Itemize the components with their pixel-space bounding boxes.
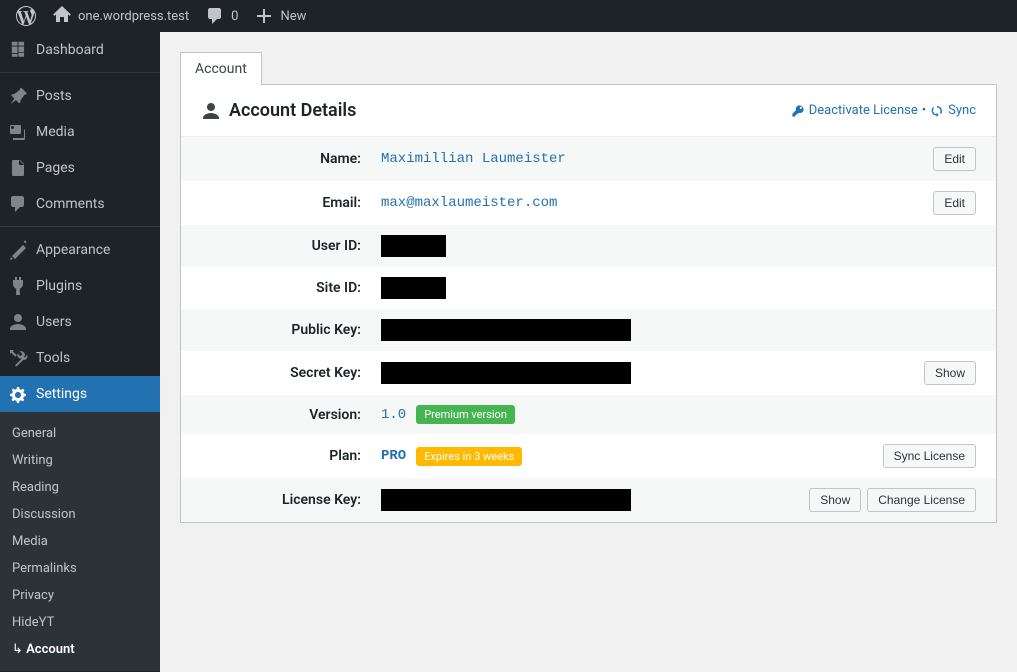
menu-comments[interactable]: Comments — [0, 186, 160, 222]
menu-tools[interactable]: Tools — [0, 340, 160, 376]
menu-posts[interactable]: Posts — [0, 78, 160, 114]
content-area: Account Account Details Deactivate Licen… — [160, 32, 1017, 672]
comments-count: 0 — [231, 9, 238, 24]
sync-license-button[interactable]: Sync License — [883, 444, 976, 468]
home-icon — [52, 6, 72, 26]
comment-icon — [205, 6, 225, 26]
menu-users[interactable]: Users — [0, 304, 160, 340]
panel-title-text: Account Details — [229, 100, 356, 121]
submenu-privacy[interactable]: Privacy — [0, 582, 160, 609]
site-name-menu[interactable]: one.wordpress.test — [44, 0, 197, 32]
settings-submenu: General Writing Reading Discussion Media… — [0, 412, 160, 671]
edit-name-button[interactable]: Edit — [933, 147, 976, 171]
account-panel: Account Details Deactivate License • Syn… — [180, 84, 997, 523]
edit-email-button[interactable]: Edit — [933, 191, 976, 215]
label-plan: Plan: — [201, 448, 381, 464]
value-version: 1.0 — [381, 407, 406, 423]
menu-media[interactable]: Media — [0, 114, 160, 150]
submenu-hideyt[interactable]: HideYT — [0, 609, 160, 636]
row-site-id: Site ID: — [181, 267, 996, 309]
row-plan: Plan: PRO Expires in 3 weeks Sync Licens… — [181, 434, 996, 478]
submenu-discussion[interactable]: Discussion — [0, 501, 160, 528]
submenu-reading[interactable]: Reading — [0, 474, 160, 501]
submenu-media[interactable]: Media — [0, 528, 160, 555]
dashboard-icon — [8, 40, 28, 60]
show-secret-key-button[interactable]: Show — [924, 361, 976, 385]
plugins-icon — [8, 276, 28, 296]
submenu-general[interactable]: General — [0, 420, 160, 447]
deactivate-license-link[interactable]: Deactivate License — [791, 103, 918, 118]
plus-icon — [254, 6, 274, 26]
comments-menu[interactable]: 0 — [197, 0, 246, 32]
submenu-writing[interactable]: Writing — [0, 447, 160, 474]
pushpin-icon — [8, 86, 28, 106]
menu-settings[interactable]: Settings — [0, 376, 160, 412]
value-plan: PRO — [381, 448, 406, 464]
users-icon — [8, 312, 28, 332]
submenu-permalinks[interactable]: Permalinks — [0, 555, 160, 582]
row-public-key: Public Key: — [181, 309, 996, 351]
row-version: Version: 1.0 Premium version — [181, 395, 996, 434]
value-name[interactable]: Maximillian Laumeister — [381, 151, 566, 167]
tools-icon — [8, 348, 28, 368]
wordpress-icon — [16, 6, 36, 26]
value-public-key-redacted — [381, 319, 631, 341]
tab-account[interactable]: Account — [180, 52, 262, 85]
label-version: Version: — [201, 407, 381, 423]
value-email[interactable]: max@maxlaumeister.com — [381, 195, 557, 211]
row-user-id: User ID: — [181, 225, 996, 267]
appearance-icon — [8, 240, 28, 260]
row-name: Name: Maximillian Laumeister Edit — [181, 137, 996, 181]
value-secret-key-redacted — [381, 362, 631, 384]
settings-icon — [8, 384, 28, 404]
submenu-account[interactable]: ↳ Account — [0, 636, 160, 663]
key-icon — [791, 104, 805, 118]
site-name: one.wordpress.test — [78, 9, 189, 24]
sync-icon — [930, 104, 944, 118]
wp-logo-menu[interactable] — [8, 0, 44, 32]
show-license-key-button[interactable]: Show — [809, 488, 861, 512]
badge-premium: Premium version — [416, 405, 515, 424]
admin-bar: one.wordpress.test 0 New — [0, 0, 1017, 32]
user-icon — [201, 101, 221, 121]
menu-plugins[interactable]: Plugins — [0, 268, 160, 304]
pages-icon — [8, 158, 28, 178]
row-email: Email: max@maxlaumeister.com Edit — [181, 181, 996, 225]
label-secret-key: Secret Key: — [201, 365, 381, 381]
media-icon — [8, 122, 28, 142]
menu-dashboard[interactable]: Dashboard — [0, 32, 160, 68]
value-site-id-redacted — [381, 277, 446, 299]
label-name: Name: — [201, 151, 381, 167]
label-license-key: License Key: — [201, 492, 381, 508]
admin-sidebar: Dashboard Posts Media Pages Comments App… — [0, 32, 160, 672]
menu-pages[interactable]: Pages — [0, 150, 160, 186]
new-label: New — [280, 9, 306, 24]
label-site-id: Site ID: — [201, 280, 381, 296]
menu-appearance[interactable]: Appearance — [0, 232, 160, 268]
panel-header: Account Details Deactivate License • Syn… — [181, 85, 996, 137]
value-license-key-redacted — [381, 489, 631, 511]
change-license-button[interactable]: Change License — [867, 488, 976, 512]
new-content-menu[interactable]: New — [246, 0, 314, 32]
label-email: Email: — [201, 195, 381, 211]
sync-link[interactable]: Sync — [930, 103, 976, 118]
label-public-key: Public Key: — [201, 322, 381, 338]
row-secret-key: Secret Key: Show — [181, 351, 996, 395]
comments-icon — [8, 194, 28, 214]
label-user-id: User ID: — [201, 238, 381, 254]
value-user-id-redacted — [381, 235, 446, 257]
row-license-key: License Key: Show Change License — [181, 478, 996, 522]
badge-expiry: Expires in 3 weeks — [416, 447, 522, 466]
